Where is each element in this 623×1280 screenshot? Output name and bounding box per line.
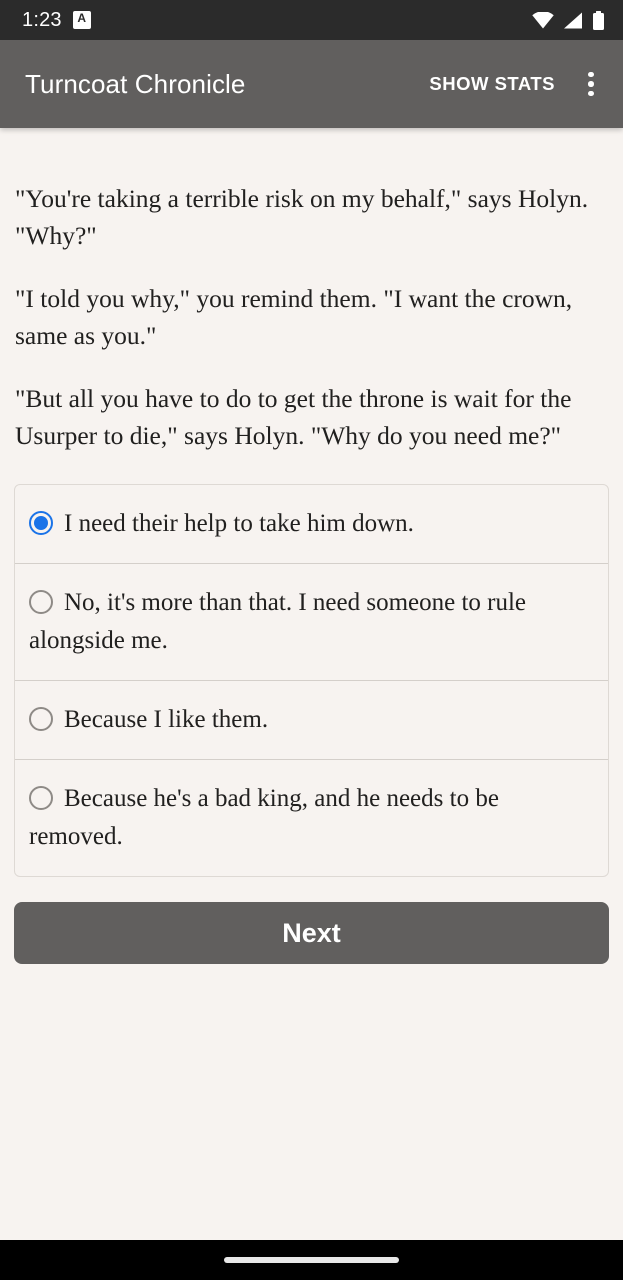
choice-label: Because I like them. — [64, 706, 269, 733]
choice-option-2[interactable]: No, it's more than that. I need someone … — [15, 564, 608, 681]
show-stats-button[interactable]: SHOW STATS — [417, 63, 567, 105]
story-content: "You're taking a terrible risk on my beh… — [0, 128, 623, 1240]
status-bar: 1:23 A — [0, 0, 623, 40]
radio-button-icon[interactable] — [29, 707, 53, 731]
story-paragraph: "I told you why," you remind them. "I wa… — [15, 284, 573, 350]
choice-option-4[interactable]: Because he's a bad king, and he needs to… — [15, 760, 608, 876]
story-text: "You're taking a terrible risk on my beh… — [14, 180, 609, 454]
choice-label: No, it's more than that. I need someone … — [29, 589, 527, 654]
home-gesture-pill[interactable] — [224, 1257, 399, 1263]
radio-button-icon[interactable] — [29, 590, 53, 614]
notification-badge-icon: A — [72, 11, 91, 29]
more-vertical-icon — [588, 71, 594, 97]
overflow-menu-button[interactable] — [567, 60, 615, 108]
status-bar-left: 1:23 A — [22, 10, 91, 30]
next-button[interactable]: Next — [14, 902, 609, 964]
choice-label: I need their help to take him down. — [64, 510, 414, 537]
choice-label: Because he's a bad king, and he needs to… — [29, 785, 499, 850]
story-paragraph: "You're taking a terrible risk on my beh… — [15, 184, 589, 250]
status-bar-clock: 1:23 — [22, 9, 62, 31]
battery-icon — [592, 10, 605, 30]
system-navigation-bar — [0, 1240, 623, 1280]
choice-option-3[interactable]: Because I like them. — [15, 681, 608, 760]
story-paragraph: "But all you have to do to get the thron… — [15, 384, 572, 450]
app-bar: Turncoat Chronicle SHOW STATS — [0, 40, 623, 128]
choice-list: I need their help to take him down. No, … — [14, 484, 609, 877]
choice-option-1[interactable]: I need their help to take him down. — [15, 485, 608, 564]
radio-button-selected-icon[interactable] — [29, 511, 53, 535]
phone-screen: 1:23 A Turncoat Chronicle SHOW STATS "Yo… — [0, 0, 623, 1280]
page-title: Turncoat Chronicle — [25, 68, 246, 99]
radio-button-icon[interactable] — [29, 786, 53, 810]
status-bar-right — [532, 10, 605, 30]
cellular-signal-icon — [563, 12, 583, 29]
wifi-icon — [532, 11, 554, 29]
